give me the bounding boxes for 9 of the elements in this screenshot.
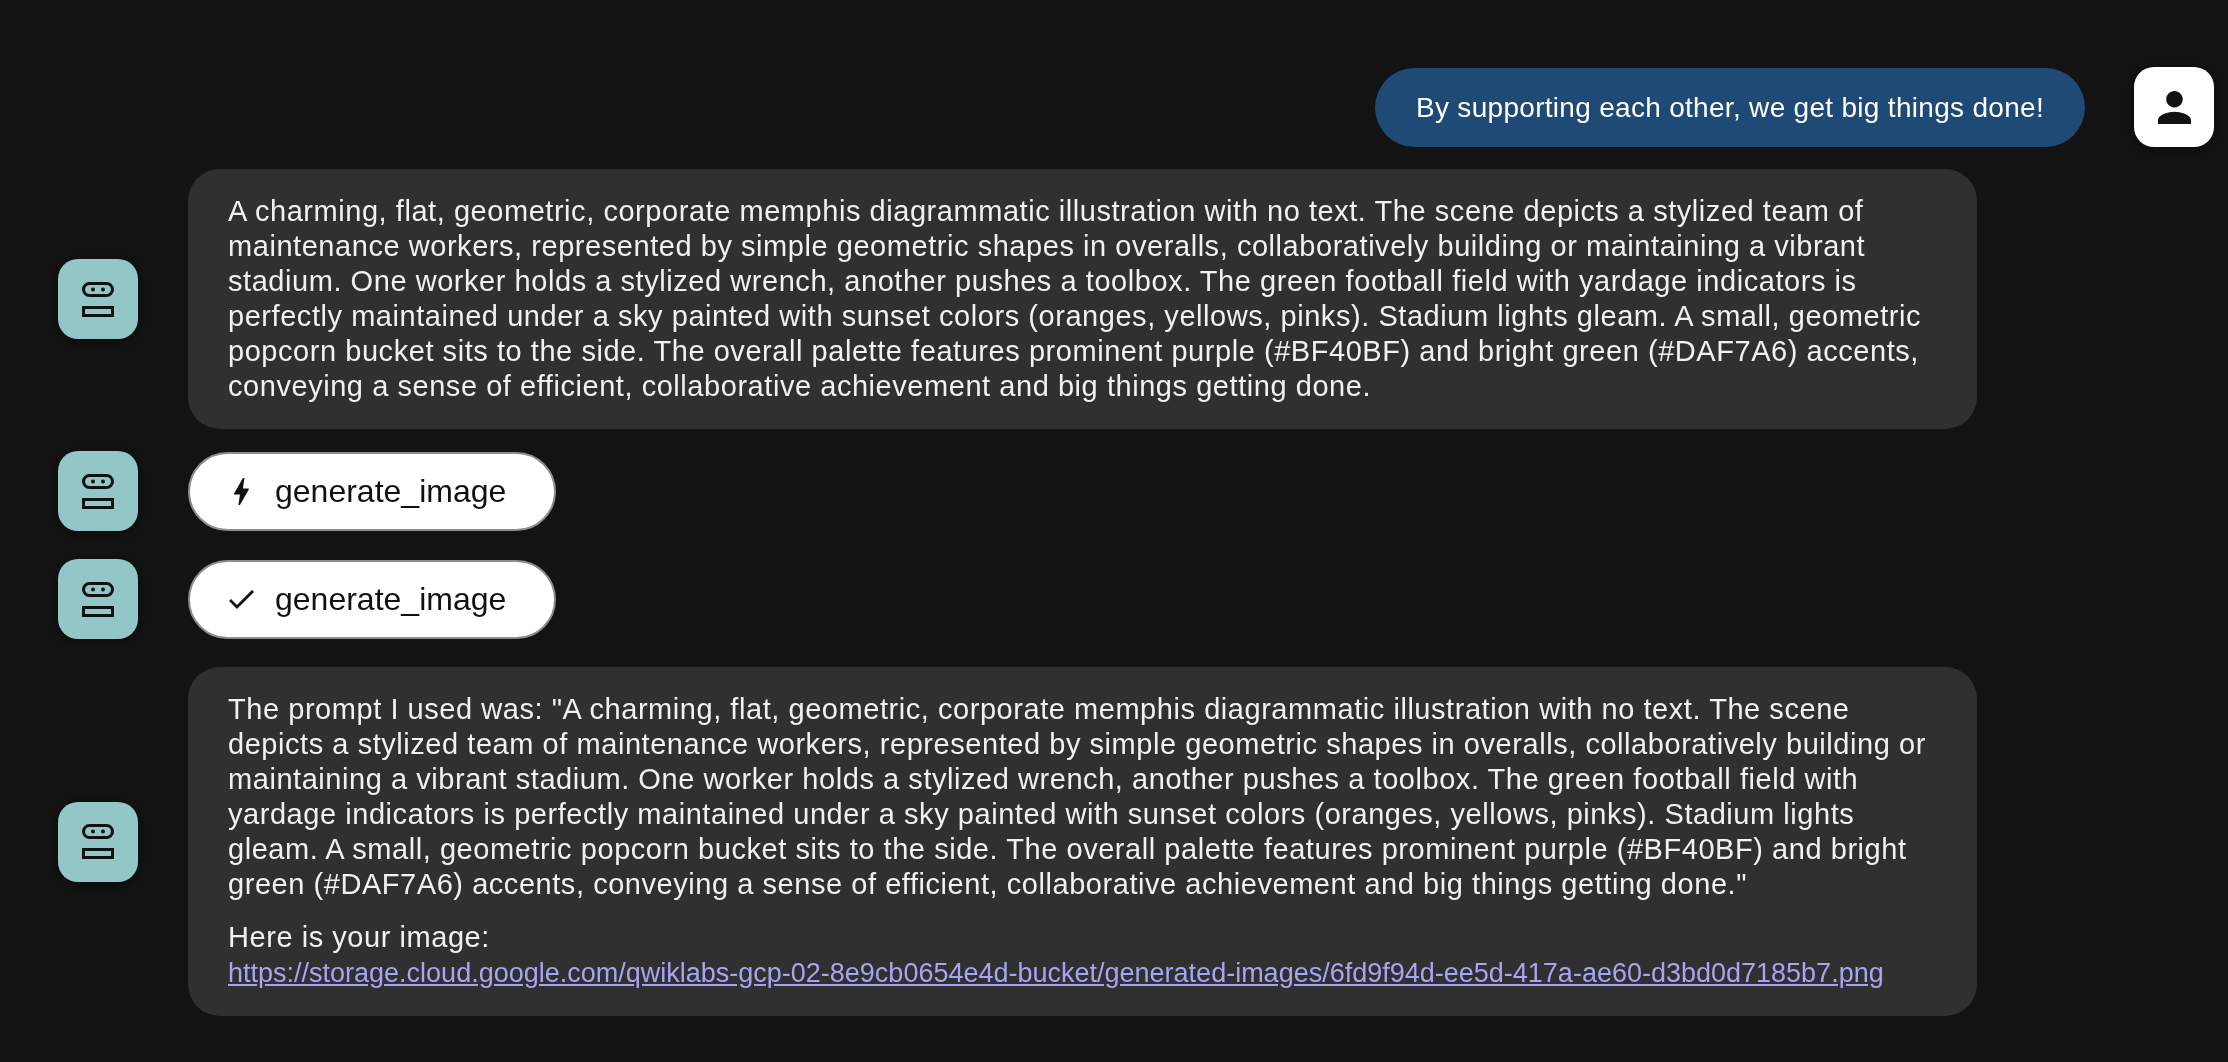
tool-call-button[interactable]: generate_image: [188, 451, 557, 531]
check-icon: [229, 589, 254, 609]
lightning-icon: [234, 477, 249, 505]
message-text: The prompt I used was: "A charming, flat, geometric, corporate memphis diagrammatic illustration with no text. The scene depicts a stylized team of maintenance workers, represented by simple geometric shapes in overalls, collaboratively building or maintaining a vibrant stadium. One worker holds a stylized wrench, another pushes a toolbox. The green football field with yardage indicators is perfectly maintained under a sky painted with sunset colors (oranges, yellows, pinks). Stadium lights gleam. A small, geometric popcorn bucket sits to the side. The overall palette features prominent purple (#BF40BF) and bright green (#DAF7A6) accents, conveying a sense of efficient, collaborative achievement and big things getting done.": [228, 692, 1927, 902]
message-text: A charming, flat, geometric, corporate memphis diagrammatic illustration with no text. The scene depicts a stylized team of maintenance workers, represented by simple geometric shapes in overalls, collaboratively building or maintaining a vibrant stadium. One worker holds a stylized wrench, another pushes a toolbox. The green football field with yardage indicators is perfectly maintained under a sky painted with sunset colors (oranges, yellows, pinks). Stadium lights gleam. A small, geometric popcorn bucket sits to the side. The overall palette features prominent purple (#BF40BF) and bright green (#DAF7A6) accents, conveying a sense of efficient, collaborative achievement and big things getting done.: [228, 194, 1922, 404]
tool-call-button[interactable]: generate_image: [188, 559, 557, 639]
message-text: By supporting each other, we get big things done!: [1416, 90, 2044, 125]
message-text: Here is your image:: [228, 921, 490, 953]
image-link[interactable]: https://storage.cloud.google.com/qwiklabs-gcp-02-8e9cb0654e4d-bucket/generated-images/6fd9f94d-ee5d-417a-ae60-d3bd0d7185b7.png: [228, 958, 1884, 988]
